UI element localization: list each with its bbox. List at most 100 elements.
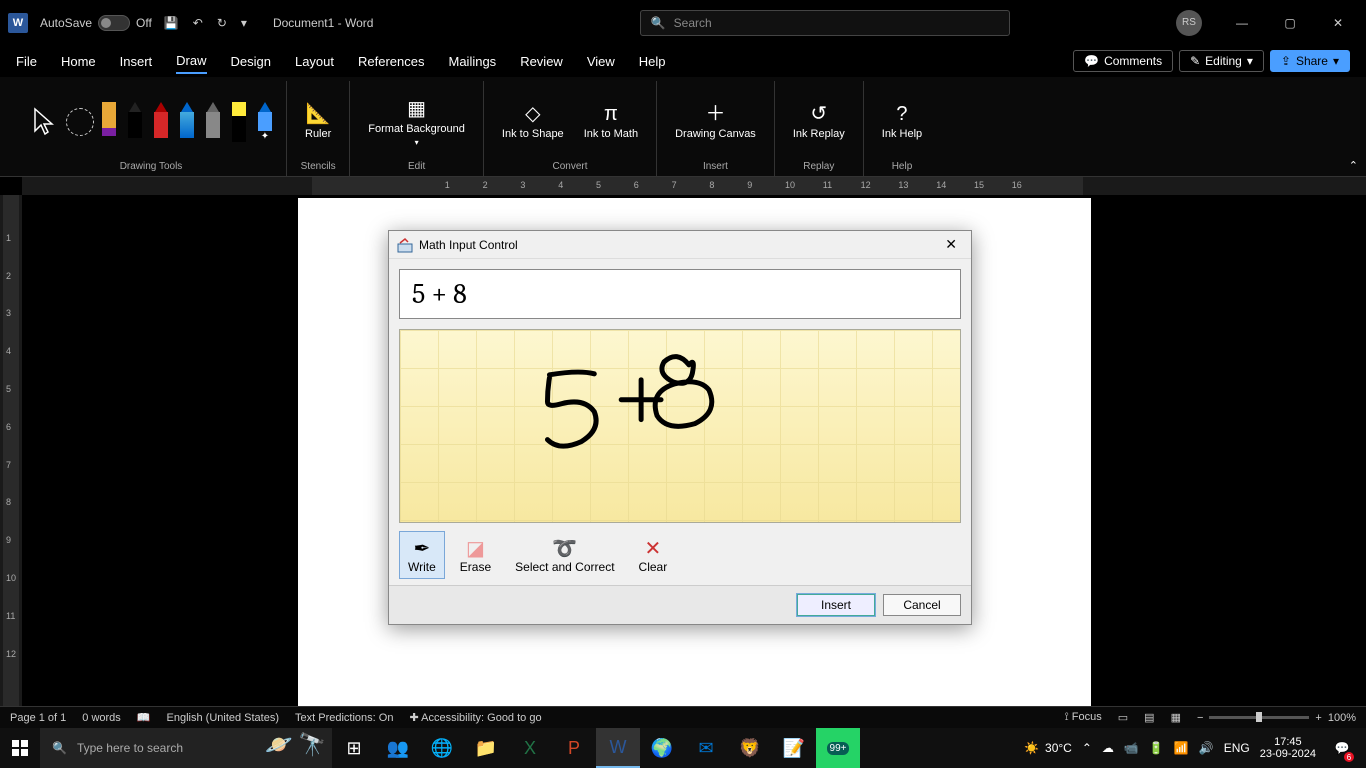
meet-now-icon[interactable]: 📹 <box>1124 741 1139 755</box>
excel-icon[interactable]: X <box>508 728 552 768</box>
search-input[interactable]: 🔍 Search <box>640 10 1010 36</box>
ink-to-shape-button[interactable]: ◇Ink to Shape <box>494 98 572 145</box>
pen-red[interactable] <box>150 102 172 142</box>
qat-more-icon[interactable]: ▾ <box>241 16 247 30</box>
math-ink-canvas[interactable] <box>399 329 961 523</box>
wifi-icon[interactable]: 📶 <box>1174 741 1189 755</box>
dialog-close-button[interactable]: ✕ <box>939 234 963 255</box>
ruler-tick: 2 <box>483 180 488 190</box>
explorer-icon[interactable]: 📁 <box>464 728 508 768</box>
tab-draw[interactable]: Draw <box>176 49 206 74</box>
spellcheck-icon[interactable]: 📖 <box>137 711 151 724</box>
tab-help[interactable]: Help <box>639 50 666 73</box>
ink-to-math-button[interactable]: πInk to Math <box>576 98 646 145</box>
comments-button[interactable]: 💬Comments <box>1073 50 1173 72</box>
share-button[interactable]: ⇪Share▾ <box>1270 50 1350 72</box>
redo-icon[interactable]: ↻ <box>217 16 227 30</box>
lasso-tool[interactable] <box>66 108 94 136</box>
print-layout-icon[interactable]: ▤ <box>1144 711 1154 724</box>
ruler-tick: 11 <box>823 180 832 190</box>
editing-mode-button[interactable]: ✎Editing▾ <box>1179 50 1264 72</box>
chrome-icon[interactable]: 🌍 <box>640 728 684 768</box>
page-indicator[interactable]: Page 1 of 1 <box>10 712 66 724</box>
clock[interactable]: 17:45 23-09-2024 <box>1260 736 1316 760</box>
accessibility-status[interactable]: ✚ Accessibility: Good to go <box>409 711 541 724</box>
autosave-toggle[interactable]: AutoSave Off <box>40 15 152 31</box>
maximize-button[interactable]: ▢ <box>1270 8 1310 38</box>
minimize-button[interactable]: — <box>1222 8 1262 38</box>
pen-grey[interactable] <box>202 102 224 142</box>
tab-layout[interactable]: Layout <box>295 50 334 73</box>
whatsapp-icon[interactable]: 99+ <box>816 728 860 768</box>
edge-icon[interactable]: 🌐 <box>420 728 464 768</box>
erase-tool[interactable]: ◪Erase <box>451 531 500 579</box>
vertical-ruler[interactable]: 123456789101112 <box>0 195 22 713</box>
horizontal-ruler[interactable]: 12345678910111213141516 <box>22 177 1366 195</box>
tab-file[interactable]: File <box>16 50 37 73</box>
ribbon-tabs: File Home Insert Draw Design Layout Refe… <box>0 45 1366 77</box>
pen-action[interactable]: ✦ <box>254 102 276 142</box>
eraser-icon: ◪ <box>466 536 485 558</box>
taskbar-search[interactable]: 🔍 Type here to search 🪐 🔭 <box>40 728 332 768</box>
taskbar: 🔍 Type here to search 🪐 🔭 ⊞ 👥 🌐 📁 X P W … <box>0 728 1366 768</box>
word-icon[interactable]: W <box>596 728 640 768</box>
handwritten-ink <box>400 330 960 523</box>
pen-blue[interactable] <box>176 102 198 142</box>
task-view-icon[interactable]: ⊞ <box>332 728 376 768</box>
language-indicator[interactable]: English (United States) <box>167 712 280 724</box>
word-count[interactable]: 0 words <box>82 712 121 724</box>
notifications-button[interactable]: 💬 6 <box>1326 728 1358 768</box>
ime-lang[interactable]: ENG <box>1224 741 1250 755</box>
select-tool[interactable] <box>26 101 62 143</box>
tab-insert[interactable]: Insert <box>120 50 153 73</box>
tab-mailings[interactable]: Mailings <box>449 50 497 73</box>
zoom-slider[interactable] <box>1209 716 1309 719</box>
ink-help-button[interactable]: ?Ink Help <box>874 98 930 145</box>
dialog-titlebar[interactable]: Math Input Control ✕ <box>389 231 971 259</box>
text-predictions[interactable]: Text Predictions: On <box>295 712 393 724</box>
save-icon[interactable]: 💾 <box>164 16 179 30</box>
zoom-in-icon[interactable]: + <box>1315 712 1321 724</box>
pen-orange[interactable] <box>98 102 120 142</box>
ink-replay-button[interactable]: ↺Ink Replay <box>785 98 853 145</box>
teams-icon[interactable]: 👥 <box>376 728 420 768</box>
clear-tool[interactable]: ✕Clear <box>630 531 677 579</box>
user-avatar[interactable]: RS <box>1176 10 1202 36</box>
zoom-level[interactable]: 100% <box>1328 712 1356 724</box>
battery-icon[interactable]: 🔋 <box>1149 741 1164 755</box>
tray-chevron-icon[interactable]: ⌃ <box>1082 741 1092 755</box>
brave-icon[interactable]: 🦁 <box>728 728 772 768</box>
tab-review[interactable]: Review <box>520 50 563 73</box>
onedrive-icon[interactable]: ☁ <box>1102 741 1114 755</box>
close-button[interactable]: ✕ <box>1318 8 1358 38</box>
undo-icon[interactable]: ↶ <box>193 16 203 30</box>
highlighter-yellow[interactable] <box>228 102 250 142</box>
ruler-tick: 12 <box>6 649 16 659</box>
tab-references[interactable]: References <box>358 50 424 73</box>
select-correct-tool[interactable]: ➰Select and Correct <box>506 531 623 579</box>
tab-view[interactable]: View <box>587 50 615 73</box>
weather-widget[interactable]: ☀️ 30°C <box>1024 741 1072 755</box>
ruler-tick: 10 <box>6 573 16 583</box>
drawing-canvas-button[interactable]: ＋Drawing Canvas <box>667 98 764 145</box>
write-tool[interactable]: ✒Write <box>399 531 445 579</box>
zoom-control[interactable]: − + 100% <box>1197 712 1356 724</box>
web-layout-icon[interactable]: ▦ <box>1171 711 1181 724</box>
notes-icon[interactable]: 📝 <box>772 728 816 768</box>
read-mode-icon[interactable]: ▭ <box>1118 711 1128 724</box>
ruler-button[interactable]: 📐Ruler <box>297 98 339 145</box>
focus-mode[interactable]: ⟟ Focus <box>1065 711 1102 724</box>
tab-home[interactable]: Home <box>61 50 96 73</box>
zoom-out-icon[interactable]: − <box>1197 712 1203 724</box>
collapse-ribbon-button[interactable]: ⌃ <box>1349 159 1358 172</box>
volume-icon[interactable]: 🔊 <box>1199 741 1214 755</box>
start-button[interactable] <box>0 728 40 768</box>
outlook-icon[interactable]: ✉ <box>684 728 728 768</box>
pen-black[interactable] <box>124 102 146 142</box>
powerpoint-icon[interactable]: P <box>552 728 596 768</box>
ruler-tick: 6 <box>6 422 11 432</box>
cancel-button[interactable]: Cancel <box>883 594 961 616</box>
insert-button[interactable]: Insert <box>797 594 875 616</box>
format-background-button[interactable]: ▦Format Background▾ <box>360 93 473 152</box>
tab-design[interactable]: Design <box>231 50 271 73</box>
